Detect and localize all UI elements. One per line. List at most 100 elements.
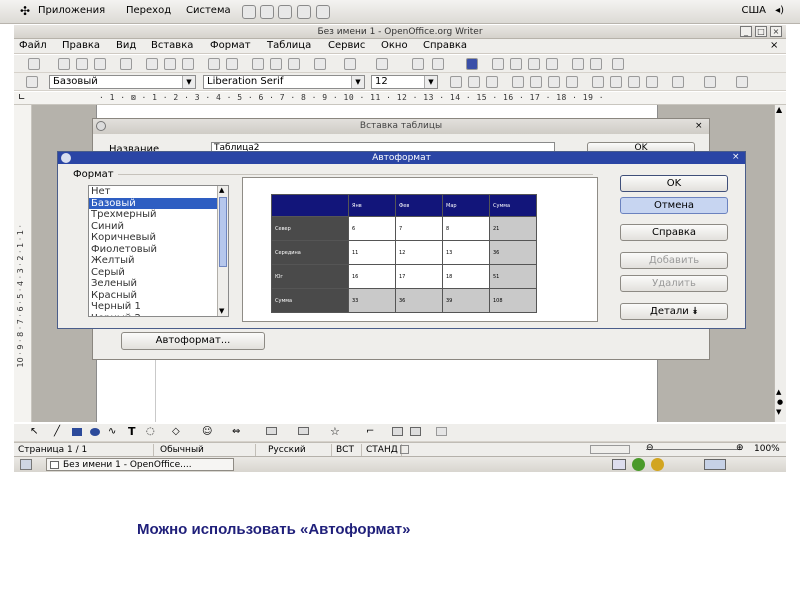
page-preview-icon[interactable] [182, 58, 194, 70]
stars-icon[interactable]: ☆ [330, 425, 340, 438]
rectangle-icon[interactable] [72, 428, 82, 436]
close-icon[interactable]: × [732, 152, 740, 162]
keyboard-layout-indicator[interactable]: США [741, 5, 766, 16]
vertical-scrollbar[interactable]: ▲ ▲ ● ▼ [774, 105, 786, 422]
chevron-down-icon[interactable]: ▼ [351, 76, 364, 88]
underline-icon[interactable] [486, 76, 498, 88]
undo-icon[interactable] [344, 58, 356, 70]
listbox-scrollbar[interactable]: ▲ ▼ [217, 186, 228, 316]
background-color-icon[interactable] [736, 76, 748, 88]
block-arrows-icon[interactable]: ⇔ [232, 426, 240, 437]
close-icon[interactable]: × [695, 121, 703, 131]
calc-launcher-icon[interactable] [297, 5, 311, 19]
add-button[interactable]: Добавить [620, 252, 728, 269]
zoom-icon[interactable] [572, 58, 584, 70]
scroll-up-icon[interactable]: ▲ [219, 186, 224, 194]
close-document-icon[interactable]: × [770, 40, 778, 51]
print-icon[interactable] [164, 58, 176, 70]
callouts-icon[interactable] [298, 427, 309, 435]
font-color-icon[interactable] [672, 76, 684, 88]
browser-launcher-icon[interactable] [242, 5, 256, 19]
system-menu[interactable]: Система [186, 5, 231, 16]
help-button[interactable]: Справка [620, 224, 728, 241]
flowchart-icon[interactable] [266, 427, 277, 435]
menu-tools[interactable]: Сервис [328, 40, 365, 52]
navigation-icon[interactable]: ● [777, 398, 783, 406]
callout-icon[interactable]: ◌ [146, 426, 155, 437]
menu-view[interactable]: Вид [116, 40, 136, 52]
nonprinting-chars-icon[interactable] [528, 58, 540, 70]
font-size-combo[interactable]: 12 ▼ [371, 75, 438, 89]
minimize-button[interactable]: _ [740, 26, 752, 37]
format-list-item[interactable]: Нет [89, 186, 219, 198]
spellcheck-icon[interactable] [208, 58, 220, 70]
italic-icon[interactable] [468, 76, 480, 88]
ok-button[interactable]: OK [620, 175, 728, 192]
page-indicator[interactable]: Страница 1 / 1 [14, 444, 154, 456]
highlighting-icon[interactable] [704, 76, 716, 88]
points-icon[interactable]: ⌐ [366, 426, 374, 437]
open-icon[interactable] [58, 58, 70, 70]
table-icon[interactable] [432, 58, 444, 70]
writer-launcher-icon[interactable] [278, 5, 292, 19]
data-sources-icon[interactable] [510, 58, 522, 70]
next-page-icon[interactable]: ▼ [776, 408, 781, 416]
save-icon[interactable] [76, 58, 88, 70]
scroll-down-icon[interactable]: ▼ [219, 307, 224, 315]
copy-icon[interactable] [270, 58, 282, 70]
notification-icon[interactable] [651, 458, 664, 471]
format-list-item[interactable]: Красный [89, 290, 219, 302]
menu-help[interactable]: Справка [423, 40, 467, 52]
paste-icon[interactable] [288, 58, 300, 70]
close-window-button[interactable]: × [770, 26, 782, 37]
font-name-combo[interactable]: Liberation Serif ▼ [203, 75, 365, 89]
freeform-icon[interactable]: ∿ [108, 426, 116, 437]
maximize-button[interactable]: □ [755, 26, 767, 37]
menu-window[interactable]: Окно [381, 40, 408, 52]
network-icon[interactable] [612, 459, 626, 470]
decrease-indent-icon[interactable] [628, 76, 640, 88]
workspace-switcher-icon[interactable] [704, 459, 726, 470]
format-list-item[interactable]: Черный 1 [89, 301, 219, 313]
view-layout-icon[interactable] [590, 445, 630, 454]
dialog-menu-icon[interactable] [61, 153, 71, 163]
text-icon[interactable]: T [128, 425, 136, 438]
align-left-icon[interactable] [512, 76, 524, 88]
format-list-item[interactable]: Фиолетовый [89, 244, 219, 256]
format-listbox[interactable]: Нет Базовый Трехмерный Синий Коричневый Фиоле… [88, 185, 229, 317]
paragraph-style-combo[interactable]: Базовый ▼ [49, 75, 196, 89]
menu-edit[interactable]: Правка [62, 40, 100, 52]
language[interactable]: Русский [258, 444, 332, 456]
insert-mode[interactable]: ВСТ [332, 444, 362, 456]
dialog-menu-icon[interactable] [96, 121, 106, 131]
zoom-slider[interactable] [646, 449, 742, 450]
format-list-item[interactable]: Черный 2 [89, 313, 219, 317]
page-style[interactable]: Обычный [156, 444, 256, 456]
format-list-item[interactable]: Зеленый [89, 278, 219, 290]
zoom-level[interactable]: 100% [754, 444, 780, 454]
delete-button[interactable]: Удалить [620, 275, 728, 292]
chevron-down-icon[interactable]: ▼ [182, 76, 195, 88]
selection-mode[interactable]: СТАНД [362, 444, 402, 456]
autoformat-button[interactable]: Автоформат... [121, 332, 265, 350]
styles-formatting-icon[interactable] [26, 76, 38, 88]
format-list-item[interactable]: Коричневый [89, 232, 219, 244]
email-icon[interactable] [94, 58, 106, 70]
ellipse-icon[interactable] [90, 428, 100, 436]
zoom-in-icon[interactable]: ⊕ [736, 443, 744, 453]
menu-format[interactable]: Формат [210, 40, 251, 52]
edit-file-icon[interactable] [120, 58, 132, 70]
symbol-shapes-icon[interactable]: ☺ [202, 426, 212, 437]
horizontal-ruler[interactable]: ∟ · 1 · ⊠ · 1 · 2 · 3 · 4 · 5 · 6 · 7 · … [14, 92, 786, 105]
zoom-options-icon[interactable] [590, 58, 602, 70]
gallery-icon[interactable] [492, 58, 504, 70]
format-list-item[interactable]: Серый [89, 267, 219, 279]
applications-menu[interactable]: Приложения [38, 5, 105, 16]
menu-table[interactable]: Таблица [267, 40, 311, 52]
help-icon[interactable] [612, 58, 624, 70]
cancel-button[interactable]: Отмена [620, 197, 728, 214]
fontwork-icon[interactable] [392, 427, 403, 436]
prev-page-icon[interactable]: ▲ [776, 388, 781, 396]
autospellcheck-icon[interactable] [226, 58, 238, 70]
format-list-item[interactable]: Синий [89, 221, 219, 233]
